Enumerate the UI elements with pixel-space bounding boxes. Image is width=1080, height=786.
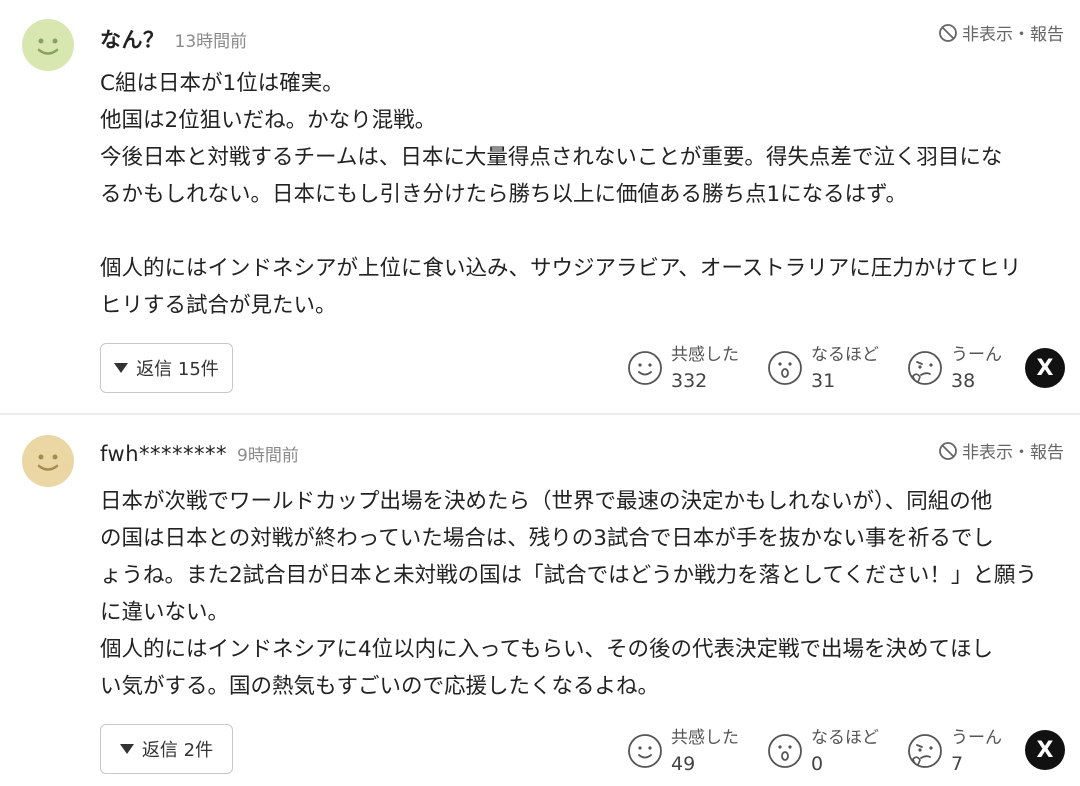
comment-line: 他国は2位狙いだね。かなり混戦。 [100,108,437,133]
hide-report-label: 非表示・報告 [962,25,1064,45]
reply-toggle-button[interactable]: 返信 15件 [100,343,233,393]
smile-icon [627,350,663,386]
triangle-down-icon [119,744,134,754]
surprised-face-icon [767,350,803,386]
surprised-face-icon [767,733,803,769]
post-time: 13時間前 [174,32,248,52]
reaction-label: なるほど [811,345,879,365]
thinking-face-icon [907,350,943,386]
reaction-empathy-button[interactable]: 共感した 49 [627,725,739,777]
reaction-label: うーん [951,728,1002,748]
comment-line: の国は日本との対戦が終わっていた場合は、残りの3試合で日本が手を抜かない事を祈る… [100,526,994,551]
author-name[interactable]: fwh******** [100,442,227,466]
smile-icon [627,733,663,769]
reaction-hmm-button[interactable]: うーん 7 [907,725,1002,777]
reaction-count: 7 [951,753,964,775]
comment-item: なん？ 13時間前 非表示・報告 C組は日本が1位は確実。 他国は2位狙いだね。… [0,0,1080,414]
comment-line: 日本が次戦でワールドカップ出場を決めたら（世界で最速の決定かもしれないが）、同組… [100,489,993,514]
no-entry-icon [938,23,958,43]
reply-toggle-button[interactable]: 返信 2件 [100,724,233,774]
post-time: 9時間前 [237,446,299,466]
share-x-button[interactable]: X [1025,348,1065,388]
comment-body: C組は日本が1位は確実。 他国は2位狙いだね。かなり混戦。 今後日本と対戦するチ… [100,65,1060,324]
reaction-label: 共感した [671,345,739,365]
thinking-face-icon [907,733,943,769]
reply-label: 返信 15件 [136,359,219,380]
hide-report-button[interactable]: 非表示・報告 [938,438,1064,463]
no-entry-icon [938,441,958,461]
reaction-count: 31 [811,370,836,392]
reaction-label: 共感した [671,728,739,748]
x-logo-icon: X [1036,737,1054,763]
comment-line [100,213,1060,250]
avatar-icon [22,435,74,487]
reaction-empathy-button[interactable]: 共感した 332 [627,342,739,394]
reaction-hmm-button[interactable]: うーん 38 [907,342,1002,394]
comment-line: るかもしれない。日本にもし引き分けたら勝ち以上に価値ある勝ち点1になるはず。 [100,182,908,207]
comment-line: 今後日本と対戦するチームは、日本に大量得点されないことが重要。得失点差で泣く羽目… [100,145,1003,170]
reaction-count: 0 [811,753,824,775]
comment-line: い気がする。国の熱気もすごいので応援したくなるよね。 [100,674,660,699]
reaction-insight-button[interactable]: なるほど 0 [767,725,879,777]
comment-item: fwh******** 9時間前 非表示・報告 日本が次戦でワールドカップ出場を… [0,415,1080,786]
comment-meta: fwh******** 9時間前 [100,441,299,466]
comment-line: C組は日本が1位は確実。 [100,71,344,96]
hide-report-button[interactable]: 非表示・報告 [938,20,1064,45]
share-x-button[interactable]: X [1025,730,1065,770]
triangle-down-icon [114,363,129,373]
x-logo-icon: X [1036,355,1054,381]
reaction-count: 332 [671,370,708,392]
avatar-icon [22,19,74,71]
comment-body: 日本が次戦でワールドカップ出場を決めたら（世界で最速の決定かもしれないが）、同組… [100,483,1060,705]
reaction-insight-button[interactable]: なるほど 31 [767,342,879,394]
comment-line: 個人的にはインドネシアに4位以内に入ってもらい、その後の代表決定戦で出場を決めて… [100,637,994,662]
comment-line: ヒリする試合が見たい。 [100,293,337,318]
reaction-label: うーん [951,345,1002,365]
comment-meta: なん？ 13時間前 [100,24,247,54]
comment-line: に違いない。 [100,600,230,625]
comment-line: 個人的にはインドネシアが上位に食い込み、サウジアラビア、オーストラリアに圧力かけ… [100,256,1022,281]
hide-report-label: 非表示・報告 [962,443,1064,463]
reaction-count: 38 [951,370,976,392]
reaction-count: 49 [671,753,696,775]
comment-line: ょうね。また2試合目が日本と未対戦の国は「試合ではどうか戦力を落としてください！… [100,563,1037,588]
reply-label: 返信 2件 [141,740,214,761]
author-name[interactable]: なん？ [100,24,165,54]
reaction-label: なるほど [811,728,879,748]
